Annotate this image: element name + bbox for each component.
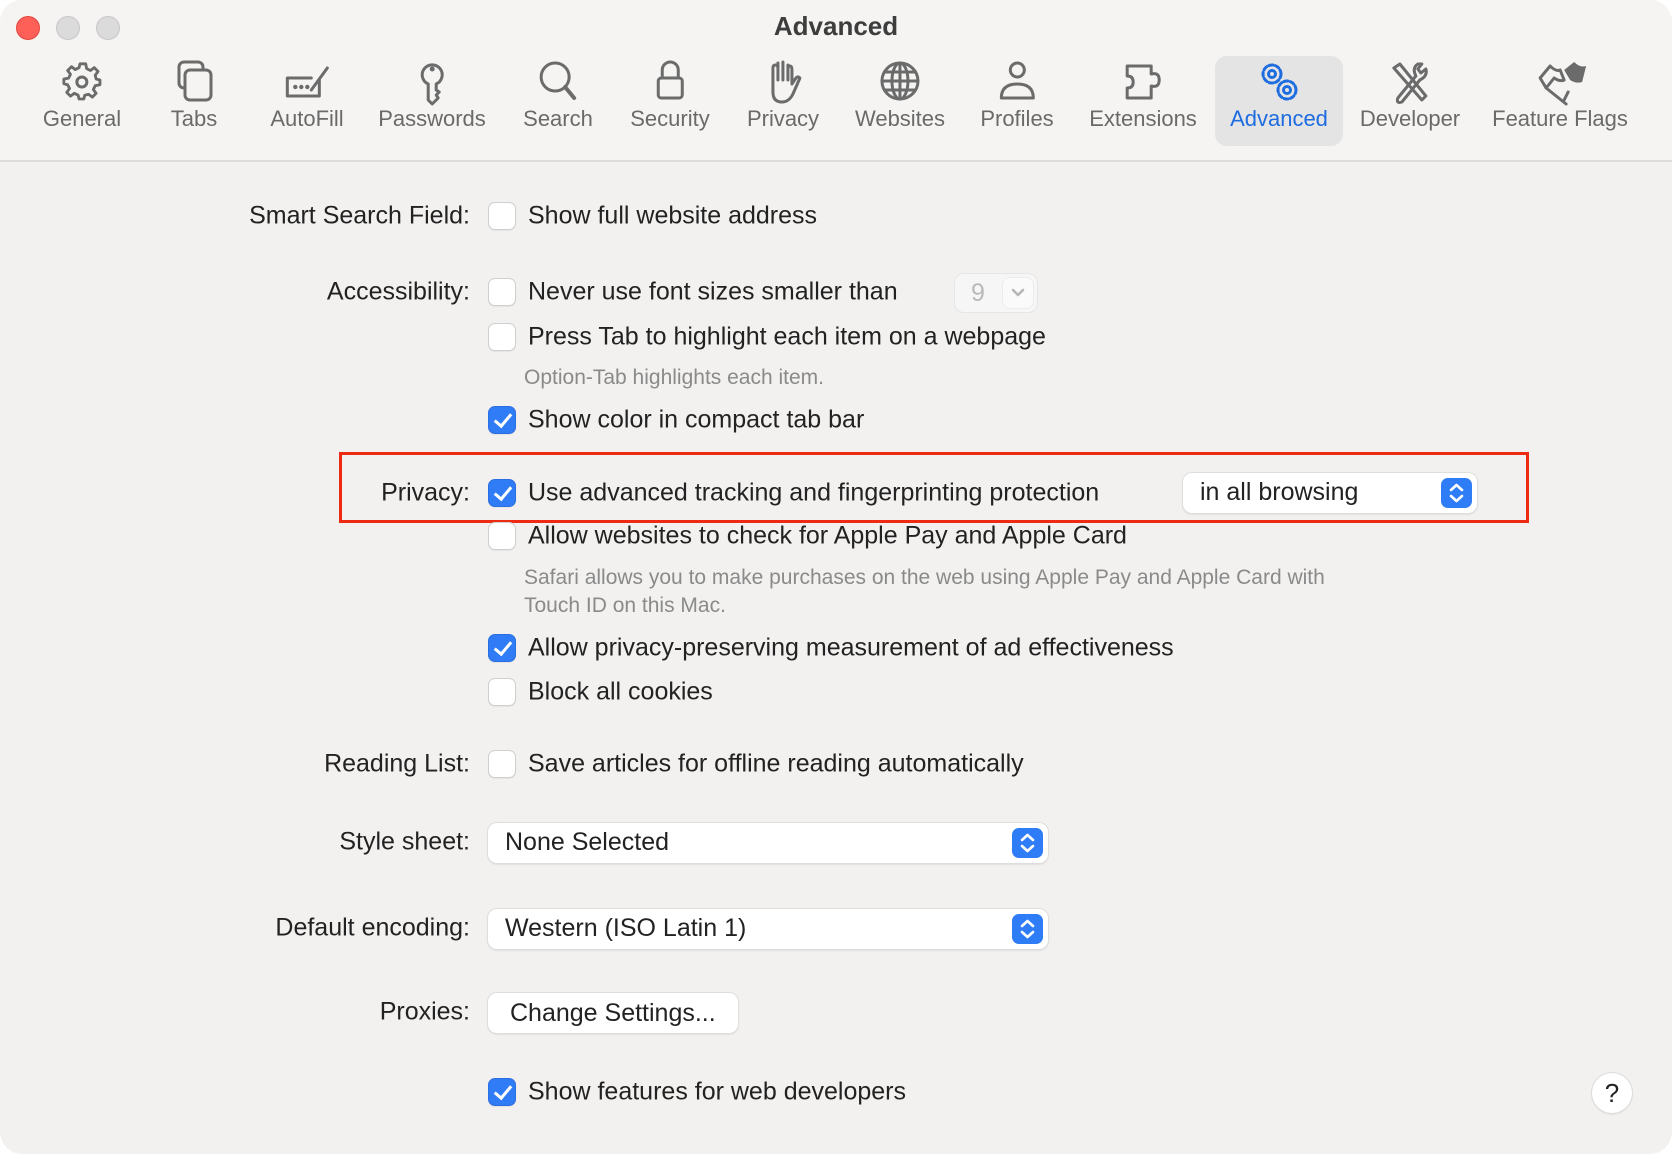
block-cookies-checkbox[interactable] — [488, 678, 516, 706]
web-developer-features-text: Show features for web developers — [528, 1077, 906, 1106]
min-font-size-text: Never use font sizes smaller than — [528, 277, 898, 306]
tab-developer[interactable]: Developer — [1348, 56, 1472, 146]
globe-icon — [876, 60, 924, 104]
offline-reading-checkbox[interactable] — [488, 750, 516, 778]
style-sheet-label: Style sheet: — [339, 827, 470, 856]
ad-measurement-text: Allow privacy-preserving measurement of … — [528, 633, 1174, 662]
advanced-tracking-checkbox[interactable] — [488, 479, 516, 507]
tab-general[interactable]: General — [31, 56, 133, 146]
tab-label: Websites — [854, 106, 946, 131]
tab-label: Advanced — [1230, 106, 1328, 131]
press-tab-checkbox[interactable] — [488, 323, 516, 351]
tab-extensions[interactable]: Extensions — [1077, 56, 1209, 146]
min-font-size-select: 9 — [955, 274, 1037, 312]
tab-label: Search — [523, 106, 593, 131]
tab-label: Passwords — [378, 106, 486, 131]
tab-label: Feature Flags — [1492, 106, 1628, 131]
tab-websites[interactable]: Websites — [843, 56, 957, 146]
show-color-checkbox[interactable] — [488, 406, 516, 434]
tab-profiles[interactable]: Profiles — [968, 56, 1065, 146]
tab-label: Privacy — [746, 106, 820, 131]
change-proxy-settings-button[interactable]: Change Settings... — [488, 993, 738, 1033]
tab-security[interactable]: Security — [618, 56, 721, 146]
advanced-tracking-text: Use advanced tracking and fingerprinting… — [528, 478, 1100, 507]
ad-measurement-checkbox[interactable] — [488, 634, 516, 662]
style-sheet-value: None Selected — [505, 828, 670, 856]
default-encoding-label: Default encoding: — [275, 913, 470, 942]
hand-icon — [759, 60, 807, 104]
apple-pay-checkbox[interactable] — [488, 522, 516, 550]
press-tab-hint: Option-Tab highlights each item. — [524, 366, 824, 389]
tab-label: Developer — [1359, 106, 1461, 131]
gears-icon — [1255, 60, 1303, 104]
toolbar: Advanced General Tabs AutoFill Passwords… — [0, 0, 1672, 162]
tab-label: Extensions — [1089, 106, 1197, 131]
tab-tabs[interactable]: Tabs — [158, 56, 230, 146]
apple-pay-text: Allow websites to check for Apple Pay an… — [528, 521, 1127, 550]
web-developer-features-checkbox[interactable] — [488, 1078, 516, 1106]
tracking-scope-popup[interactable]: in all browsing — [1183, 473, 1477, 513]
tools-icon — [1386, 60, 1434, 104]
default-encoding-value: Western (ISO Latin 1) — [505, 914, 747, 942]
tabs-icon — [170, 60, 218, 104]
min-font-size-value: 9 — [971, 279, 985, 307]
press-tab-text: Press Tab to highlight each item on a we… — [528, 322, 1046, 351]
tracking-scope-value: in all browsing — [1200, 478, 1359, 506]
key-icon — [408, 60, 456, 106]
reading-list-label: Reading List: — [324, 749, 470, 778]
offline-reading-text: Save articles for offline reading automa… — [528, 749, 1024, 778]
tab-label: General — [42, 106, 122, 131]
block-cookies-text: Block all cookies — [528, 677, 713, 706]
tab-search[interactable]: Search — [511, 56, 605, 146]
puzzle-icon — [1119, 60, 1167, 104]
privacy-label: Privacy: — [381, 478, 470, 507]
gear-icon — [58, 60, 106, 104]
tab-label: Security — [630, 106, 710, 131]
help-button[interactable]: ? — [1592, 1073, 1632, 1113]
min-font-size-checkbox[interactable] — [488, 278, 516, 306]
flags-icon — [1536, 60, 1586, 106]
tab-privacy[interactable]: Privacy — [735, 56, 831, 146]
smart-search-label: Smart Search Field: — [249, 201, 470, 230]
safari-settings-window: Advanced General Tabs AutoFill Passwords… — [0, 0, 1672, 1154]
style-sheet-popup[interactable]: None Selected — [488, 823, 1048, 863]
person-icon — [993, 60, 1041, 104]
updown-chevron-icon — [1012, 914, 1043, 944]
show-full-address-checkbox[interactable] — [488, 202, 516, 230]
updown-chevron-icon — [1012, 828, 1043, 858]
magnifier-icon — [534, 60, 582, 104]
tab-feature-flags[interactable]: Feature Flags — [1480, 56, 1640, 146]
show-color-text: Show color in compact tab bar — [528, 405, 865, 434]
proxies-label: Proxies: — [379, 997, 470, 1026]
tab-advanced[interactable]: Advanced — [1215, 56, 1343, 146]
apple-pay-hint-line1: Safari allows you to make purchases on t… — [524, 566, 1325, 589]
tab-autofill[interactable]: AutoFill — [258, 56, 355, 146]
accessibility-label: Accessibility: — [326, 277, 470, 306]
tab-label: Profiles — [980, 106, 1054, 131]
default-encoding-popup[interactable]: Western (ISO Latin 1) — [488, 909, 1048, 949]
window-title: Advanced — [773, 11, 899, 41]
tab-label: Tabs — [170, 106, 218, 131]
tab-label: AutoFill — [270, 106, 344, 131]
lock-icon — [646, 60, 694, 104]
chevron-down-icon — [1003, 278, 1033, 308]
updown-chevron-icon — [1441, 478, 1472, 508]
apple-pay-hint-line2: Touch ID on this Mac. — [524, 594, 726, 617]
tab-passwords[interactable]: Passwords — [366, 56, 498, 146]
show-full-address-text: Show full website address — [528, 201, 818, 230]
autofill-icon — [283, 60, 331, 104]
